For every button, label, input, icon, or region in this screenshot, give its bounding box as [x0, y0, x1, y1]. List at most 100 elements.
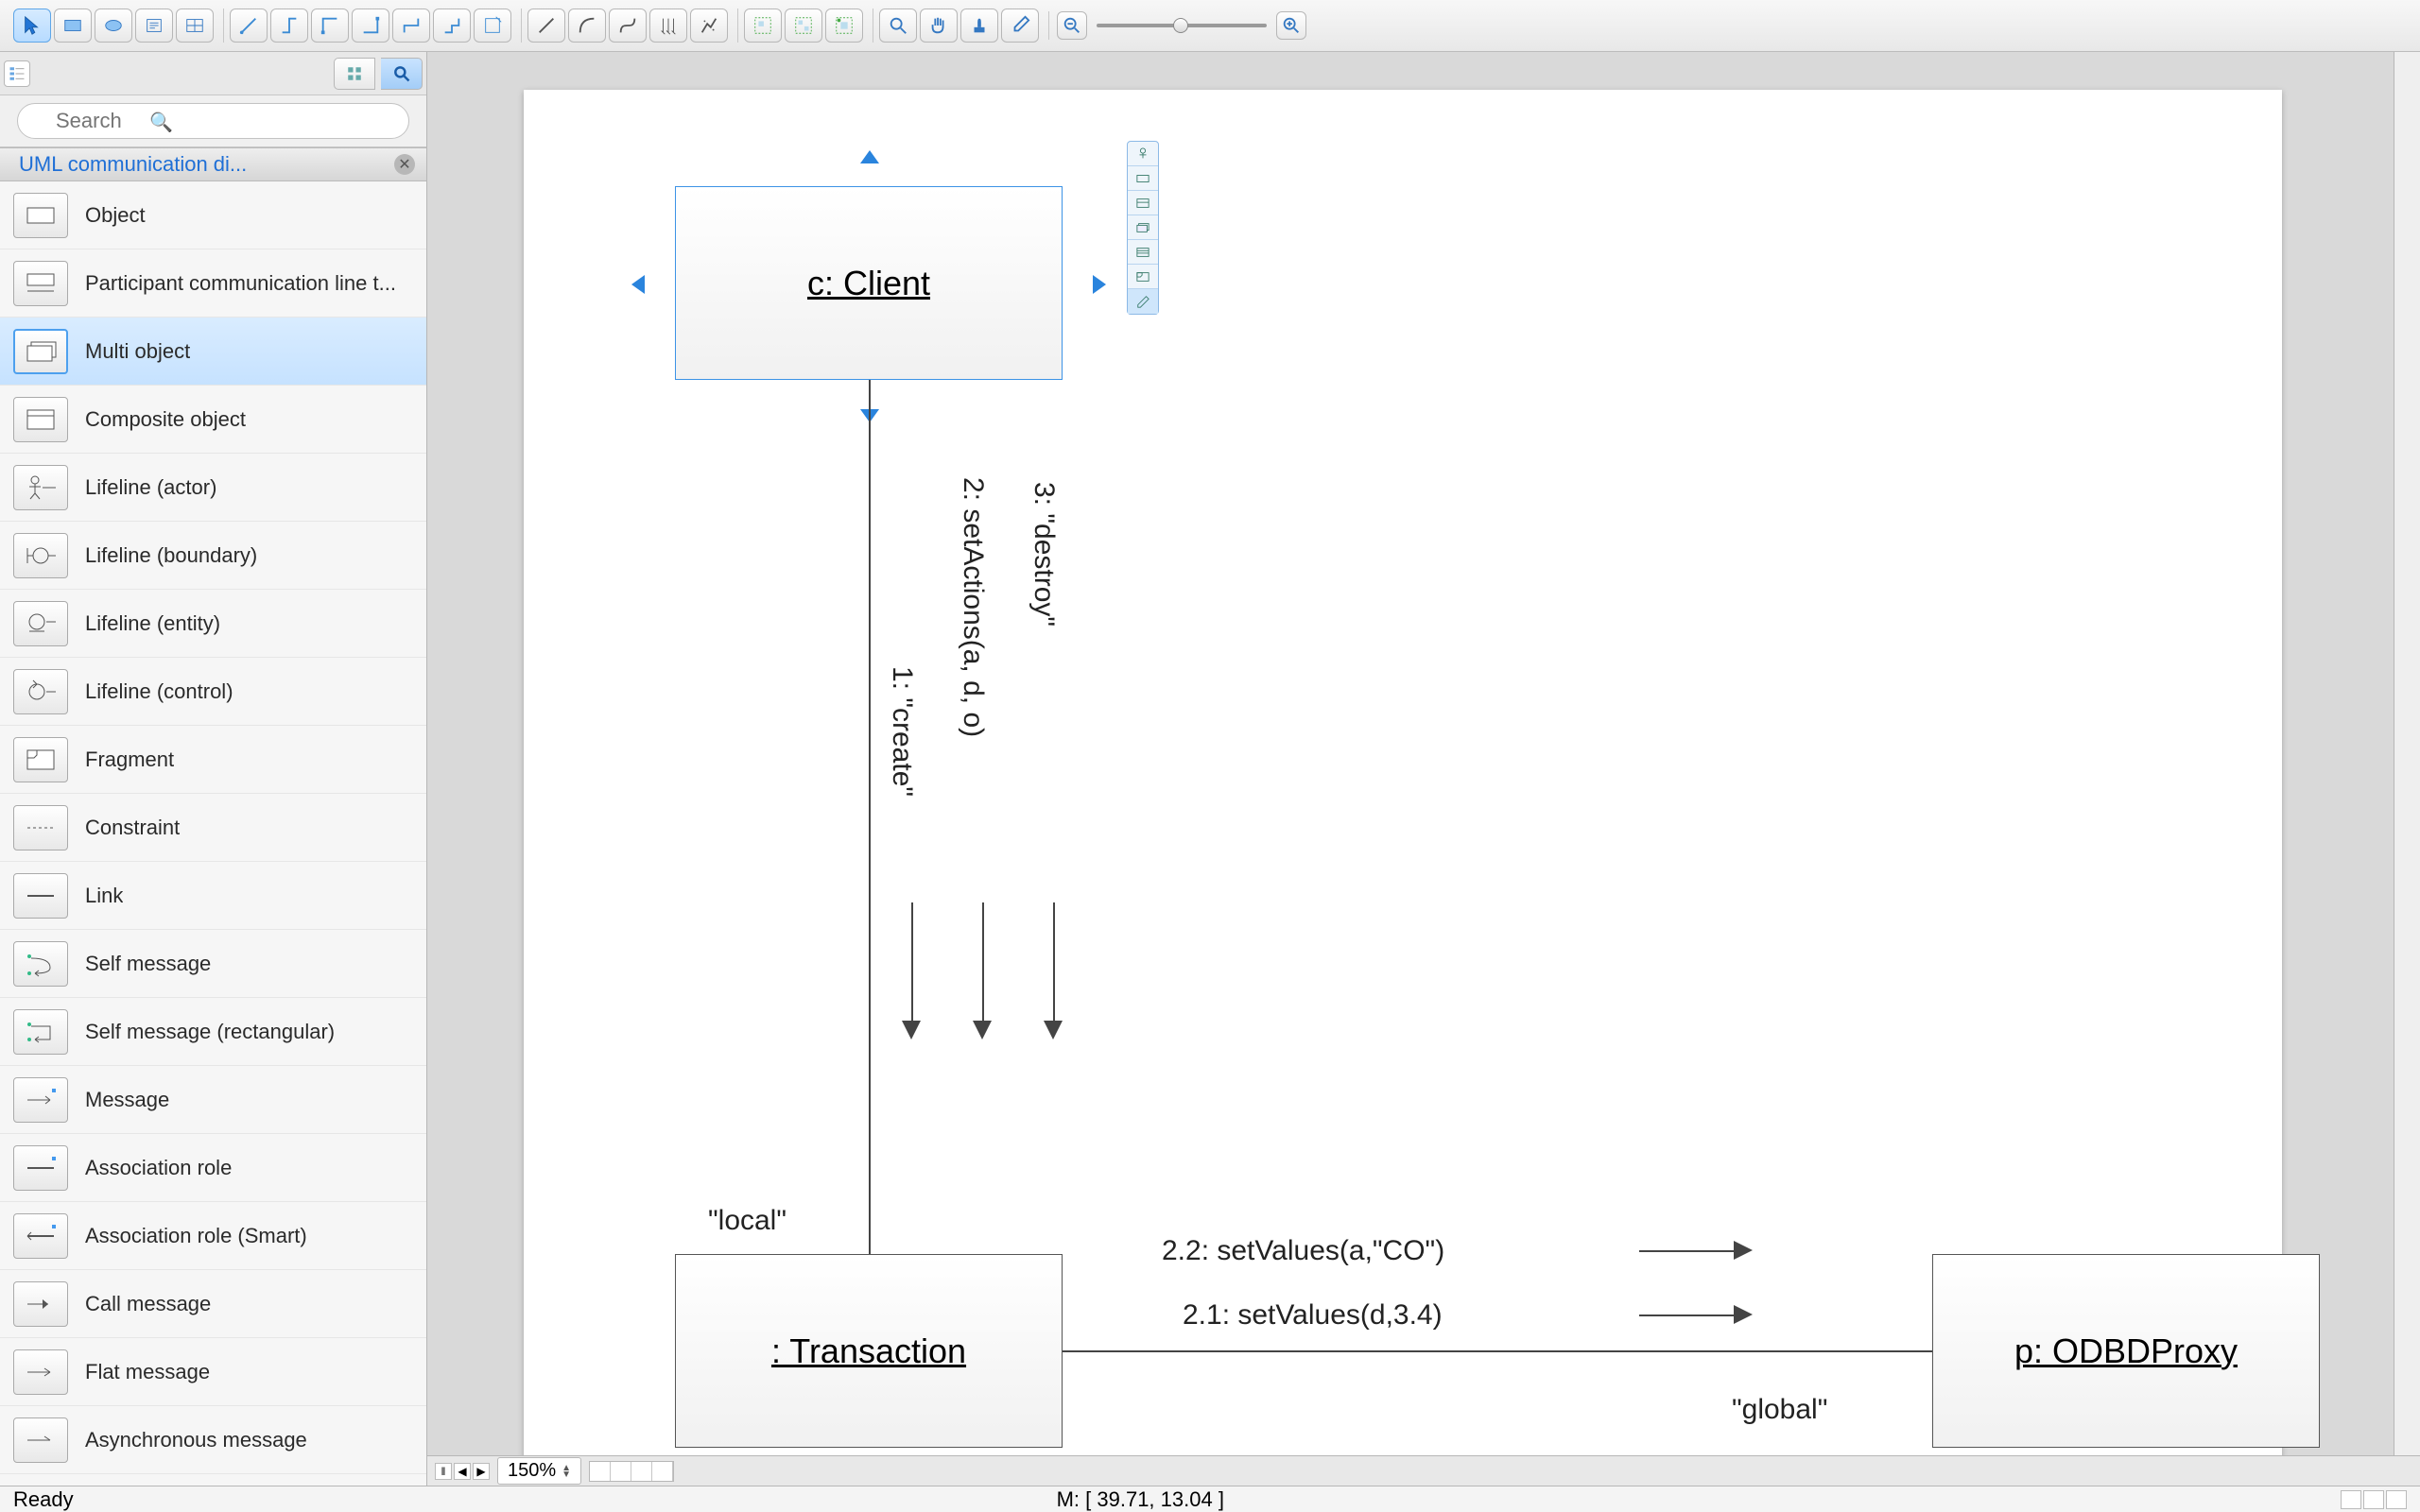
- palette-constraint[interactable]: Constraint: [0, 794, 426, 862]
- ctx-frag[interactable]: [1128, 265, 1158, 289]
- handle-up[interactable]: [860, 150, 879, 163]
- main-toolbar: [0, 0, 2420, 52]
- msg21-arrow-line: [1639, 1314, 1734, 1316]
- multi-object-icon: [13, 329, 68, 374]
- pan-tool[interactable]: [920, 9, 958, 43]
- status-bar: Ready M: [ 39.71, 13.04 ]: [0, 1486, 2420, 1512]
- line-4[interactable]: [649, 9, 687, 43]
- diagram-paper[interactable]: c: Client 1: "create" 2: [524, 90, 2282, 1455]
- line-1[interactable]: [527, 9, 565, 43]
- msg21-label: 2.1: setValues(d,3.4): [1183, 1299, 1443, 1332]
- status-ready: Ready: [13, 1487, 74, 1512]
- connector-1[interactable]: [230, 9, 268, 43]
- section-close-icon[interactable]: ✕: [394, 154, 415, 175]
- search-input[interactable]: [17, 103, 409, 139]
- palette-lifeline-control[interactable]: Lifeline (control): [0, 658, 426, 726]
- zoom-in-button[interactable]: [1276, 11, 1306, 40]
- line-3[interactable]: [609, 9, 647, 43]
- line-5[interactable]: [690, 9, 728, 43]
- object-proxy[interactable]: p: ODBDProxy: [1932, 1254, 2320, 1448]
- palette-object[interactable]: Object: [0, 181, 426, 249]
- pointer-tool[interactable]: [13, 9, 51, 43]
- palette-async-message[interactable]: Asynchronous message: [0, 1406, 426, 1474]
- ctx-header[interactable]: [1128, 191, 1158, 215]
- stamp-tool[interactable]: [960, 9, 998, 43]
- rect-tool[interactable]: [54, 9, 92, 43]
- search-icon: 🔍: [149, 111, 173, 134]
- ctx-edit[interactable]: [1128, 289, 1158, 314]
- ctx-rect[interactable]: [1128, 166, 1158, 191]
- handle-left[interactable]: [631, 275, 645, 294]
- zoom-level[interactable]: 150% ▲▼: [497, 1457, 581, 1485]
- palette-self-message-rect[interactable]: Self message (rectangular): [0, 998, 426, 1066]
- hscroll-right[interactable]: ▶: [473, 1463, 490, 1480]
- vertical-scrollbar[interactable]: [2394, 52, 2420, 1455]
- line-2[interactable]: [568, 9, 606, 43]
- search-view-button[interactable]: [381, 58, 423, 90]
- handle-right[interactable]: [1093, 275, 1106, 294]
- connector-5[interactable]: [392, 9, 430, 43]
- page-tabs[interactable]: [589, 1461, 674, 1482]
- zoom-stepper[interactable]: ▲▼: [562, 1465, 571, 1478]
- palette-call-message[interactable]: Call message: [0, 1270, 426, 1338]
- palette-association-role-smart[interactable]: Association role (Smart): [0, 1202, 426, 1270]
- local-label: "local": [708, 1205, 786, 1237]
- association-role-smart-icon: [13, 1213, 68, 1259]
- connector-4[interactable]: [352, 9, 389, 43]
- palette-self-message[interactable]: Self message: [0, 930, 426, 998]
- palette-message[interactable]: Message: [0, 1066, 426, 1134]
- ctx-multi[interactable]: [1128, 215, 1158, 240]
- object-transaction[interactable]: : Transaction: [675, 1254, 1063, 1448]
- connector-6[interactable]: [433, 9, 471, 43]
- section-header[interactable]: UML communication di... ✕: [0, 147, 426, 181]
- group-1[interactable]: [744, 9, 782, 43]
- global-label: "global": [1732, 1394, 1827, 1426]
- palette-participant[interactable]: Participant communication line t...: [0, 249, 426, 318]
- message-icon: [13, 1077, 68, 1123]
- grid-view-button[interactable]: [334, 58, 375, 90]
- zoom-tool[interactable]: [879, 9, 917, 43]
- call-message-icon: [13, 1281, 68, 1327]
- palette-lifeline-entity[interactable]: Lifeline (entity): [0, 590, 426, 658]
- status-icon-3[interactable]: [2386, 1490, 2407, 1509]
- hscroll-pause[interactable]: ‖: [435, 1463, 452, 1480]
- palette-multi-object[interactable]: Multi object: [0, 318, 426, 386]
- connector-7[interactable]: [474, 9, 511, 43]
- palette-link[interactable]: Link: [0, 862, 426, 930]
- status-icon-2[interactable]: [2363, 1490, 2384, 1509]
- zoom-slider-thumb[interactable]: [1173, 18, 1188, 33]
- ctx-actor[interactable]: [1128, 142, 1158, 166]
- group-2[interactable]: [785, 9, 822, 43]
- palette-flat-message[interactable]: Flat message: [0, 1338, 426, 1406]
- object-client[interactable]: c: Client: [675, 186, 1063, 380]
- link-client-transaction[interactable]: [869, 380, 871, 1257]
- palette-label: Flat message: [85, 1360, 210, 1384]
- zoom-out-button[interactable]: [1057, 11, 1087, 40]
- palette-association-role[interactable]: Association role: [0, 1134, 426, 1202]
- palette-label: Lifeline (boundary): [85, 543, 257, 568]
- palette-composite-object[interactable]: Composite object: [0, 386, 426, 454]
- palette-lifeline-actor[interactable]: Lifeline (actor): [0, 454, 426, 522]
- self-message-icon: [13, 941, 68, 987]
- canvas-scroll[interactable]: c: Client 1: "create" 2: [427, 52, 2420, 1455]
- lifeline-actor-icon: [13, 465, 68, 510]
- palette-fragment[interactable]: Fragment: [0, 726, 426, 794]
- text-tool[interactable]: [135, 9, 173, 43]
- link-trans-proxy[interactable]: [1063, 1350, 1932, 1352]
- zoom-slider[interactable]: [1097, 24, 1267, 27]
- connector-2[interactable]: [270, 9, 308, 43]
- table-tool[interactable]: [176, 9, 214, 43]
- object-proxy-label: p: ODBDProxy: [2014, 1332, 2238, 1371]
- group-3[interactable]: [825, 9, 863, 43]
- msg2-arrow-head: [973, 1021, 992, 1040]
- msg3-arrow-head: [1044, 1021, 1063, 1040]
- hscroll-left[interactable]: ◀: [454, 1463, 471, 1480]
- palette-lifeline-boundary[interactable]: Lifeline (boundary): [0, 522, 426, 590]
- tree-toggle[interactable]: [4, 60, 30, 87]
- status-icon-1[interactable]: [2341, 1490, 2361, 1509]
- ellipse-tool[interactable]: [95, 9, 132, 43]
- connector-3[interactable]: [311, 9, 349, 43]
- ctx-comp[interactable]: [1128, 240, 1158, 265]
- participant-icon: [13, 261, 68, 306]
- eyedrop-tool[interactable]: [1001, 9, 1039, 43]
